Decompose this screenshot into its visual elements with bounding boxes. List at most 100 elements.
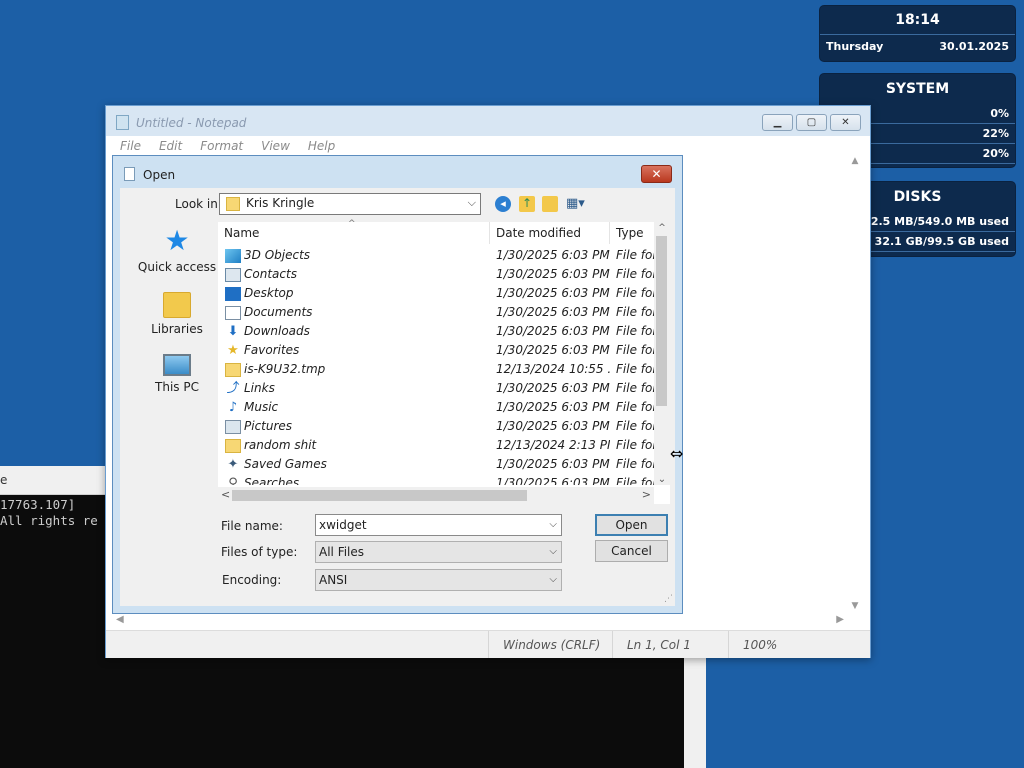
file-name-cell: ⤴ Links [218,379,490,398]
menu-file[interactable]: File [120,136,141,156]
menu-view[interactable]: View [261,136,290,156]
place-quick-access[interactable]: ★ Quick access [131,226,223,275]
file-name-cell: ⚲ Searches [218,474,490,485]
column-name[interactable]: Name ^ [218,219,490,244]
list-item[interactable]: 3D Objects 1/30/2025 6:03 PM File fol [218,246,654,265]
up-folder-icon[interactable]: ↑ [519,196,535,212]
file-type-cell: File fol [616,419,654,433]
file-name-cell: Documents [218,303,490,322]
list-item[interactable]: random shit 12/13/2024 2:13 PM File fol [218,436,654,455]
file-name-input[interactable]: xwidget ⌵ [315,514,562,536]
list-item[interactable]: Contacts 1/30/2025 6:03 PM File fol [218,265,654,284]
file-date-cell: 1/30/2025 6:03 PM [496,267,610,281]
place-libraries[interactable]: Libraries [131,292,223,336]
view-menu-icon[interactable]: ▦▾ [566,196,590,212]
file-date-cell: 1/30/2025 6:03 PM [496,476,610,485]
file-date-cell: 1/30/2025 6:03 PM [496,400,610,414]
list-item[interactable]: ★ Favorites 1/30/2025 6:03 PM File fol [218,341,654,360]
back-icon[interactable]: ◂ [495,196,511,212]
notepad-horizontal-scrollbar[interactable]: ◀ ▶ [114,613,846,629]
system-title: SYSTEM [885,81,950,97]
dialog-close-button[interactable]: ✕ [641,165,672,183]
scroll-thumb[interactable] [232,490,527,501]
place-label: Libraries [151,322,203,336]
resize-grip-icon[interactable]: ⋰ [664,594,673,604]
file-type-cell: File fol [616,267,654,281]
notepad-titlebar[interactable]: Untitled - Notepad ▁ ▢ ✕ [106,106,870,136]
file-name-text: Documents [244,305,313,319]
open-button[interactable]: Open [595,514,668,536]
place-label: Quick access [137,260,217,274]
disk-usage: 32.5 MB/549.0 MB used [863,215,1009,228]
folder-icon [225,362,241,377]
dialog-title: Open [143,168,176,182]
folder-icon [226,197,240,211]
contacts-icon [225,267,241,282]
maximize-button[interactable]: ▢ [796,114,827,131]
file-name-text: random shit [244,438,317,452]
close-button[interactable]: ✕ [830,114,861,131]
scroll-thumb[interactable] [656,236,667,406]
look-in-value: Kris Kringle [246,196,315,210]
downloads-icon: ⬇ [227,323,239,339]
open-dialog: Open ✕ Look in: Kris Kringle ⌵ ◂ ↑ ▦▾ ★ … [112,155,683,614]
status-zoom: 100% [728,631,868,658]
list-item[interactable]: ⤴ Links 1/30/2025 6:03 PM File fol [218,379,654,398]
list-item[interactable]: Pictures 1/30/2025 6:03 PM File fol [218,417,654,436]
encoding-select[interactable]: ANSI ⌵ [315,569,562,591]
file-name-cell: Desktop [218,284,490,303]
console-title-fragment: e [0,473,8,487]
new-folder-icon[interactable] [542,196,558,212]
menu-edit[interactable]: Edit [159,136,182,156]
system-row-value: 0% [990,107,1009,120]
file-type-select[interactable]: All Files ⌵ [315,541,562,563]
list-item[interactable]: Desktop 1/30/2025 6:03 PM File fol [218,284,654,303]
console-line: All rights re [0,513,98,528]
status-position: Ln 1, Col 1 [612,631,728,658]
file-rows: 3D Objects 1/30/2025 6:03 PM File fol Conta… [218,246,654,485]
file-date-cell: 12/13/2024 2:13 PM [496,438,610,452]
look-in-label: Look in: [175,197,222,211]
list-item[interactable]: ⚲ Searches 1/30/2025 6:03 PM File fol [218,474,654,485]
dialog-body: Look in: Kris Kringle ⌵ ◂ ↑ ▦▾ ★ Quick a… [120,188,675,606]
list-item[interactable]: ♪ Music 1/30/2025 6:03 PM File fol [218,398,654,417]
look-in-dropdown[interactable]: Kris Kringle ⌵ [219,193,481,215]
encoding-value: ANSI [319,573,348,587]
file-type-cell: File fol [616,286,654,300]
menu-format[interactable]: Format [200,136,243,156]
file-list-vertical-scrollbar[interactable]: ^ ⌄ [654,222,670,485]
notepad-title: Untitled - Notepad [136,116,247,130]
file-name-text: Music [244,400,279,414]
chevron-down-icon[interactable]: ⌵ [549,515,557,535]
notepad-menubar: File Edit Format View Help [106,136,870,156]
list-item[interactable]: ✦ Saved Games 1/30/2025 6:03 PM File fol [218,455,654,474]
file-type-cell: File fol [616,381,654,395]
file-date-cell: 1/30/2025 6:03 PM [496,286,610,300]
system-row-value: 20% [982,147,1009,160]
dialog-titlebar[interactable]: Open ✕ [113,156,682,186]
notepad-vertical-scrollbar[interactable]: ▲ ▼ [847,156,863,611]
file-type-cell: File fol [616,248,654,262]
place-label: This PC [155,380,199,394]
clock-date: 30.01.2025 [939,40,1009,53]
column-type[interactable]: Type [610,222,654,244]
sort-arrow-icon: ^ [348,219,356,229]
minimize-button[interactable]: ▁ [762,114,793,131]
list-item[interactable]: is-K9U32.tmp 12/13/2024 10:55 ... File fol [218,360,654,379]
file-name-text: Pictures [244,419,293,433]
file-name-cell: Pictures [218,417,490,436]
cancel-button[interactable]: Cancel [595,540,668,562]
pictures-icon [225,419,241,434]
list-item[interactable]: Documents 1/30/2025 6:03 PM File fol [218,303,654,322]
disk-usage: 32.1 GB/99.5 GB used [874,235,1009,248]
list-item[interactable]: ⬇ Downloads 1/30/2025 6:03 PM File fol [218,322,654,341]
column-date[interactable]: Date modified [490,222,610,244]
file-list-horizontal-scrollbar[interactable]: < > [218,487,654,504]
file-name-cell: 3D Objects [218,246,490,265]
desktop-icon [225,286,241,301]
file-date-cell: 1/30/2025 6:03 PM [496,248,610,262]
menu-help[interactable]: Help [308,136,335,156]
place-this-pc[interactable]: This PC [131,354,223,394]
music-icon: ♪ [228,399,238,415]
file-list[interactable]: Name ^ Date modified Type 3D Objects 1/30/… [218,219,670,504]
